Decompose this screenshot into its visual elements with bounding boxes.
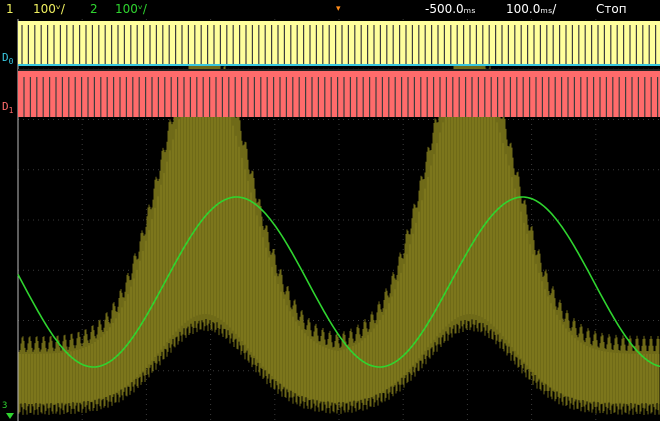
ch2-number[interactable]: 2: [90, 0, 98, 19]
d1-label: D1: [2, 100, 14, 116]
ch1-number[interactable]: 1: [6, 0, 14, 19]
time-offset[interactable]: -500.0ₘₛ: [425, 0, 476, 19]
d0-lane: [18, 21, 660, 65]
trigger-marker-icon: ▾: [336, 4, 341, 14]
d1-lane: [18, 71, 660, 117]
status-bar: 1 100ᵛ/ 2 100ᵛ/ ▾ -500.0ₘₛ 100.0ₘₛ/ Стоп: [0, 0, 660, 19]
waveform-display[interactable]: D0 D1 3: [0, 19, 660, 421]
run-state[interactable]: Стоп: [596, 0, 627, 19]
ch2-scale[interactable]: 100ᵛ/: [115, 0, 147, 19]
scope-canvas: [6, 19, 660, 421]
ch1-scale[interactable]: 100ᵛ/: [33, 0, 65, 19]
time-scale[interactable]: 100.0ₘₛ/: [506, 0, 556, 19]
ch2-ground-arrow-icon: [6, 413, 14, 419]
analog-ground-marker: 3: [2, 401, 8, 411]
d0-label: D0: [2, 51, 14, 67]
